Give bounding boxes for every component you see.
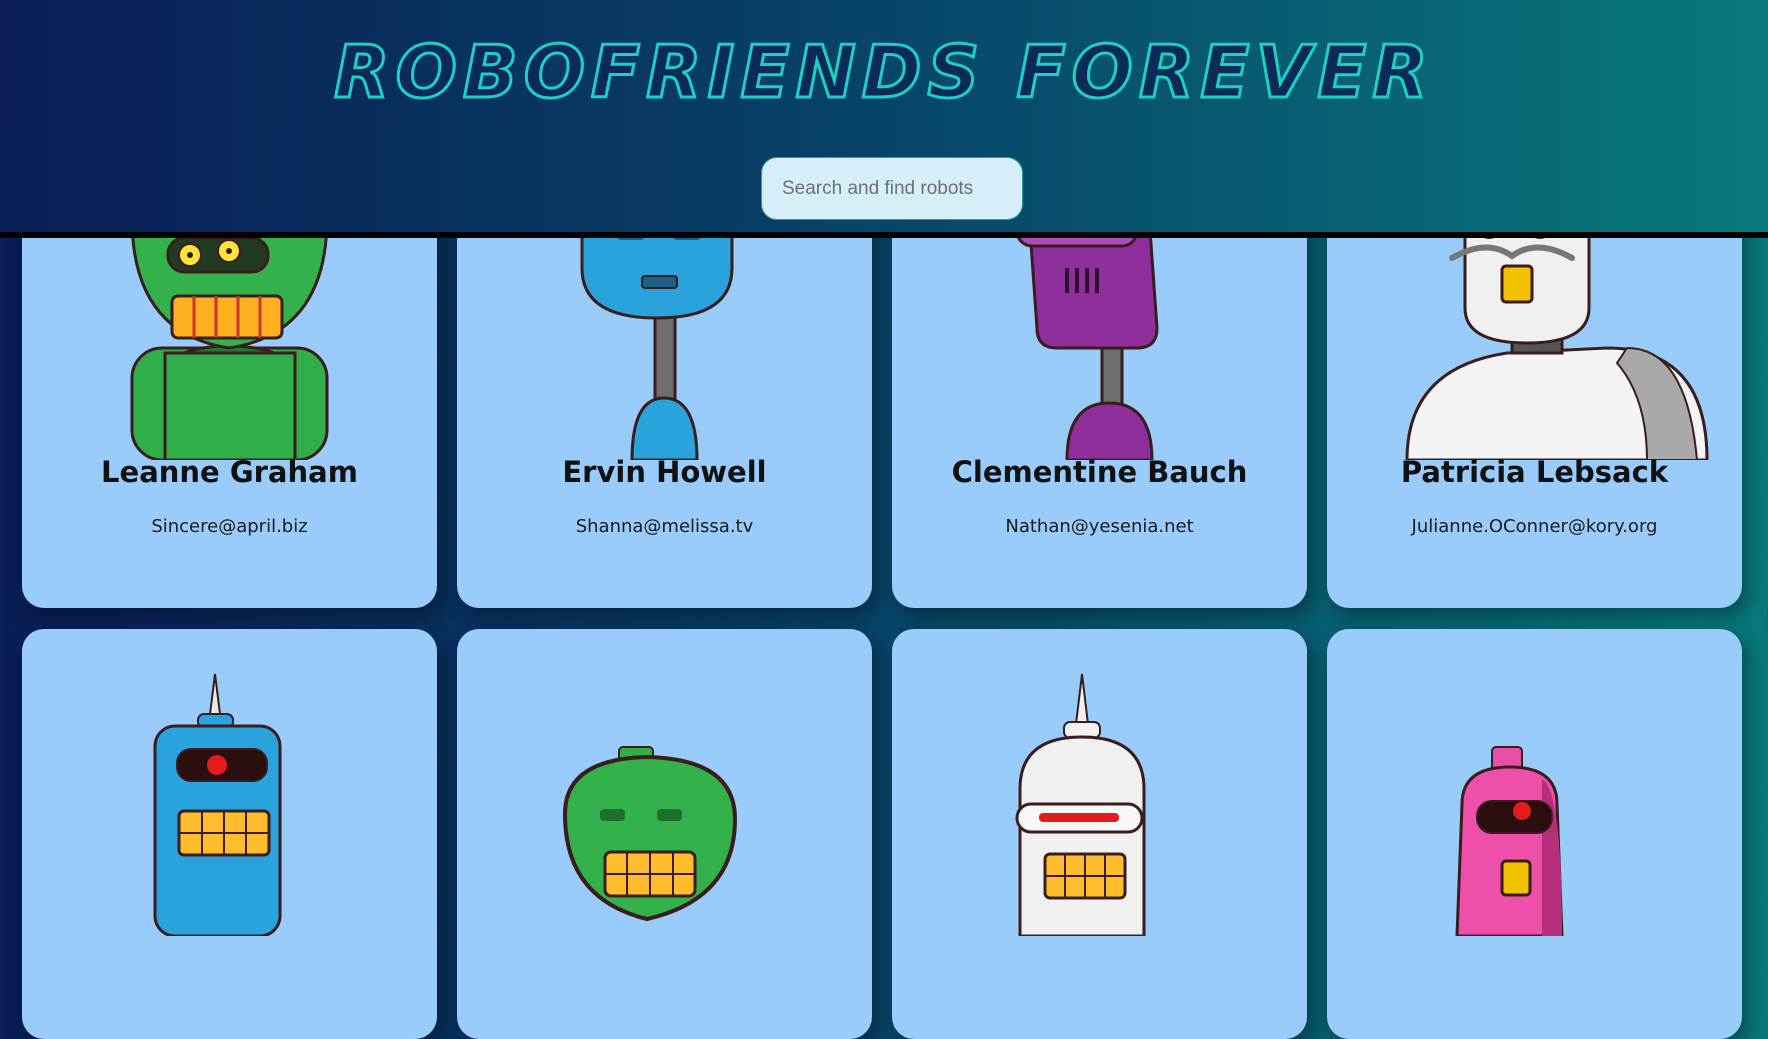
robot-name: Patricia Lebsack <box>1400 455 1669 489</box>
robot-card[interactable] <box>22 629 437 1039</box>
robot-avatar-blue-cylinder <box>153 673 282 936</box>
robot-name: Ervin Howell <box>562 455 767 489</box>
robot-email: Julianne.OConner@kory.org <box>1411 516 1658 537</box>
robot-name: Leanne Graham <box>101 455 358 489</box>
robot-avatar-pink <box>1455 746 1564 936</box>
robot-email: Sincere@april.biz <box>151 516 308 537</box>
app-header: ROBOFRIENDS FOREVER <box>0 0 1768 238</box>
robot-avatar-green-apple <box>562 746 738 922</box>
robot-email: Shanna@melissa.tv <box>575 516 754 537</box>
robot-card[interactable]: Clementine Bauch Nathan@yesenia.net <box>892 198 1307 608</box>
robot-card[interactable] <box>1327 629 1742 1039</box>
robot-name: Clementine Bauch <box>951 455 1248 489</box>
robot-card[interactable]: Ervin Howell Shanna@melissa.tv <box>457 198 872 608</box>
robot-card[interactable]: Patricia Lebsack Julianne.OConner@kory.o… <box>1327 198 1742 608</box>
robot-email: Nathan@yesenia.net <box>1005 516 1194 537</box>
robot-avatar-white-cylinder <box>1015 673 1146 936</box>
robot-card[interactable]: Leanne Graham Sincere@april.biz <box>22 198 437 608</box>
robot-card[interactable] <box>457 629 872 1039</box>
robot-card[interactable] <box>892 629 1307 1039</box>
search-input[interactable] <box>761 157 1023 220</box>
app-title: ROBOFRIENDS FOREVER <box>333 29 1434 116</box>
